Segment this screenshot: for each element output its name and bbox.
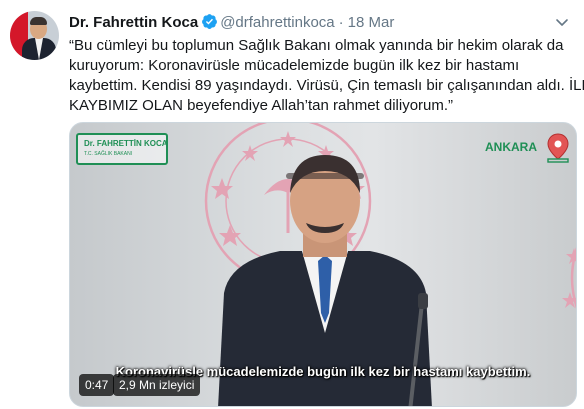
tweet-header: Dr. Fahrettin Koca @drfahrettinkoca · 18 Ma… — [69, 13, 394, 33]
chevron-down-icon[interactable] — [554, 14, 570, 30]
ministry-emblem-partial — [562, 247, 576, 309]
verified-badge-icon — [202, 14, 218, 29]
separator-dot: · — [338, 14, 344, 31]
tweet-text-line: KAYBIMIZ OLAN beyefendiye Allah’tan rahm… — [69, 97, 454, 114]
logo-name: Dr. FAHRETTİN KOCA — [84, 139, 168, 148]
tweet-date[interactable]: 18 Mar — [348, 14, 395, 31]
author-handle[interactable]: @drfahrettinkoca — [220, 14, 334, 31]
logo-subtitle: T.C. SAĞLIK BAKANI — [84, 151, 133, 157]
author-name[interactable]: Dr. Fahrettin Koca — [69, 14, 198, 31]
channel-logo: Dr. FAHRETTİN KOCA T.C. SAĞLIK BAKANI — [76, 133, 168, 165]
location-label: ANKARA — [485, 140, 537, 154]
avatar[interactable] — [10, 11, 59, 60]
tweet-text-line: kaybettim. Kendisi 89 yaşındaydı. Virüsü… — [69, 77, 584, 94]
tweet-text: “Bu cümleyi bu toplumun Sağlık Bakanı ol… — [69, 36, 584, 116]
video-player[interactable]: Dr. FAHRETTİN KOCA T.C. SAĞLIK BAKANI AN… — [69, 122, 577, 407]
video-elapsed-time: 0:47 — [79, 374, 115, 396]
tweet-text-line: “Bu cümleyi bu toplumun Sağlık Bakanı ol… — [69, 37, 564, 54]
video-view-count: 2,9 Mn izleyici — [113, 374, 201, 396]
map-pin-icon — [547, 133, 569, 163]
tweet[interactable]: Dr. Fahrettin Koca @drfahrettinkoca · 18 Ma… — [0, 0, 584, 409]
tweet-text-line: kuruyorum: Koronavirüsle mücadelemizde b… — [69, 57, 520, 74]
